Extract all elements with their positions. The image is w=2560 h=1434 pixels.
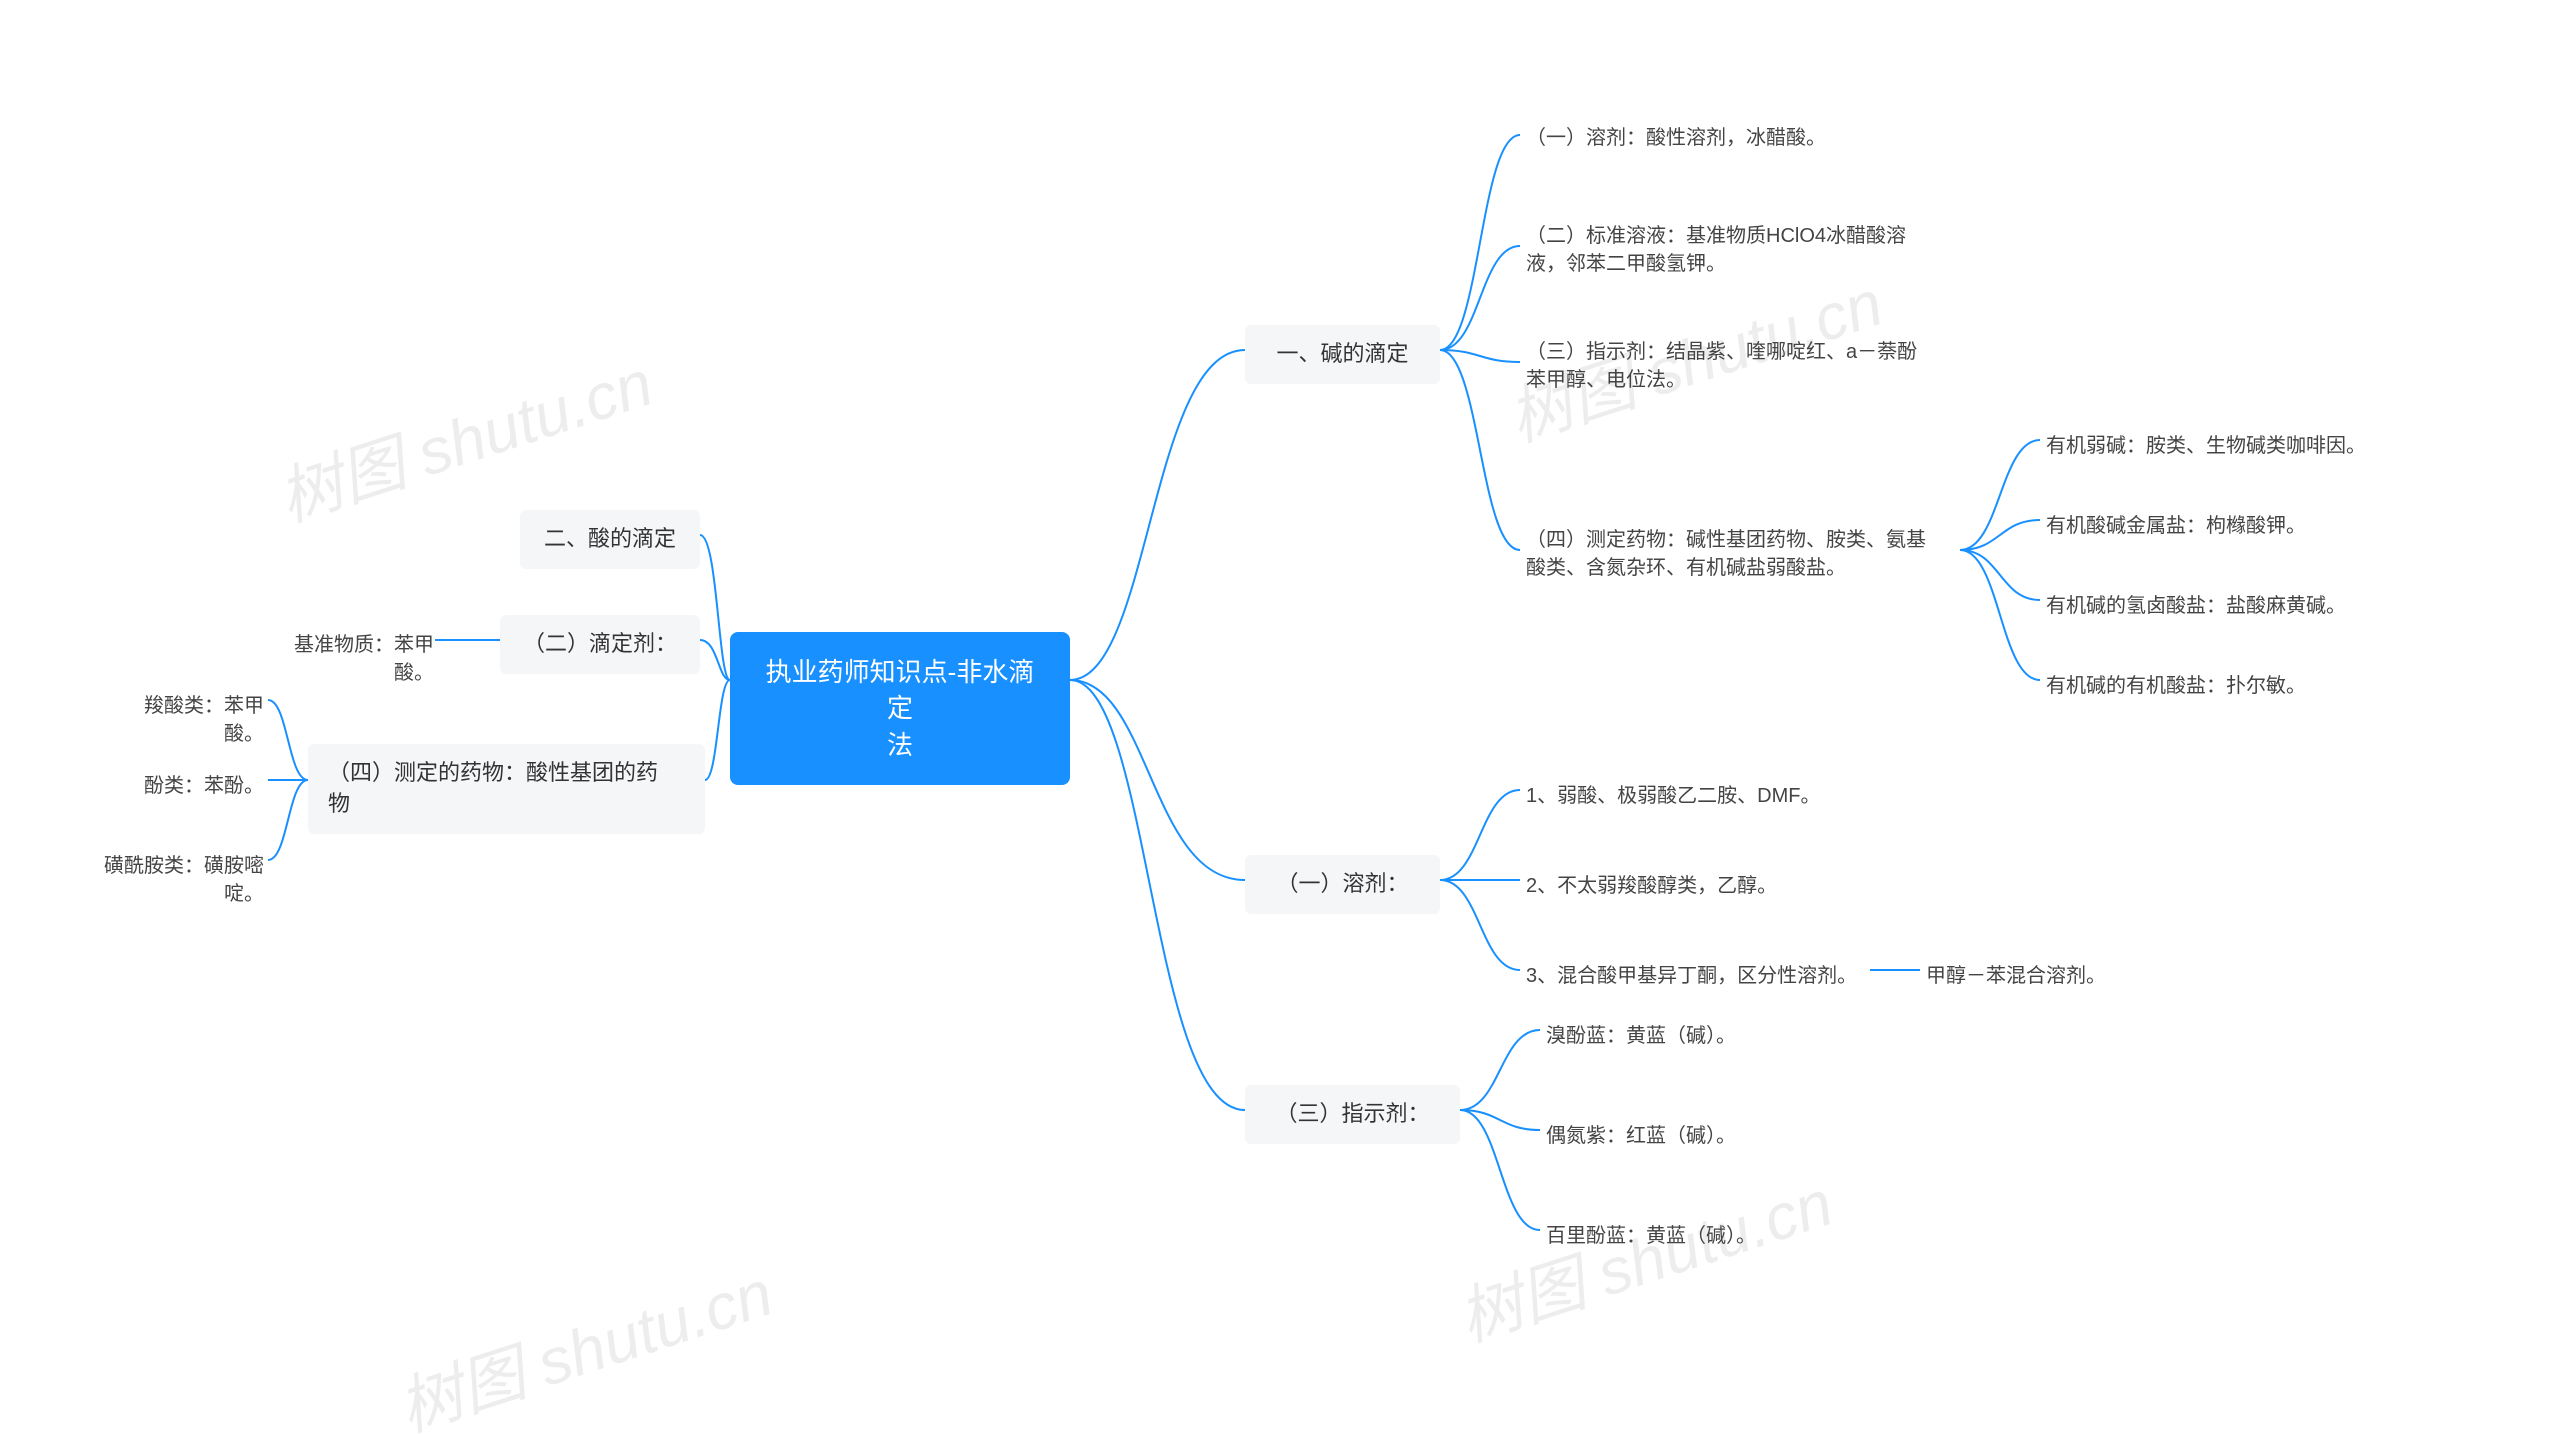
connector-layer bbox=[0, 0, 2560, 1434]
solvent-mixed-acid[interactable]: 3、混合酸甲基异丁酮，区分性溶剂。 bbox=[1520, 958, 1880, 994]
right-branch-alkali-titration[interactable]: 一、碱的滴定 bbox=[1245, 325, 1440, 384]
left-branch-measured-drugs[interactable]: （四）测定的药物：酸性基团的药 物 bbox=[308, 744, 705, 834]
watermark: 树图 shutu.cn bbox=[265, 332, 662, 539]
solvent-weak-acid: 1、弱酸、极弱酸乙二胺、DMF。 bbox=[1520, 778, 1920, 814]
left-drug-carboxylic: 羧酸类：苯甲酸。 bbox=[100, 688, 270, 752]
alkali-indicator: （三）指示剂：结晶紫、喹哪啶红、a－萘酚 苯甲醇、电位法。 bbox=[1520, 334, 1940, 398]
mindmap-root[interactable]: 执业药师知识点-非水滴定 法 bbox=[730, 632, 1070, 785]
alkali-sub-organic-acid-salt: 有机碱的有机酸盐：扑尔敏。 bbox=[2040, 668, 2400, 704]
right-branch-solvent[interactable]: （一）溶剂： bbox=[1245, 855, 1440, 914]
indicator-thymol-blue: 百里酚蓝：黄蓝（碱）。 bbox=[1540, 1218, 1840, 1254]
left-drug-phenol: 酚类：苯酚。 bbox=[100, 768, 270, 804]
indicator-bromophenol: 溴酚蓝：黄蓝（碱）。 bbox=[1540, 1018, 1840, 1054]
watermark: 树图 shutu.cn bbox=[385, 1242, 782, 1434]
alkali-measured-drugs[interactable]: （四）测定药物：碱性基团药物、胺类、氨基 酸类、含氮杂环、有机碱盐弱酸盐。 bbox=[1520, 522, 1960, 586]
left-branch-titrant[interactable]: （二）滴定剂： bbox=[500, 615, 700, 674]
watermark: 树图 shutu.cn bbox=[1445, 1152, 1842, 1359]
solvent-mixed-sub: 甲醇－苯混合溶剂。 bbox=[1920, 958, 2160, 994]
indicator-azo-violet: 偶氮紫：红蓝（碱）。 bbox=[1540, 1118, 1840, 1154]
alkali-sub-organic-acid-base-metal: 有机酸碱金属盐：枸橼酸钾。 bbox=[2040, 508, 2400, 544]
alkali-solvent: （一）溶剂：酸性溶剂，冰醋酸。 bbox=[1520, 120, 1920, 156]
alkali-standard-solution: （二）标准溶液：基准物质HClO4冰醋酸溶 液，邻苯二甲酸氢钾。 bbox=[1520, 218, 1940, 282]
left-drug-sulfonamide: 磺酰胺类：磺胺嘧啶。 bbox=[70, 848, 270, 912]
left-branch-acid-titration[interactable]: 二、酸的滴定 bbox=[520, 510, 700, 569]
left-titrant-child: 基准物质：苯甲酸。 bbox=[250, 627, 440, 691]
solvent-not-weak-carboxylic: 2、不太弱羧酸醇类，乙醇。 bbox=[1520, 868, 1920, 904]
alkali-sub-hydrohalide: 有机碱的氢卤酸盐：盐酸麻黄碱。 bbox=[2040, 588, 2400, 624]
right-branch-indicator[interactable]: （三）指示剂： bbox=[1245, 1085, 1460, 1144]
alkali-sub-weak-organic-base: 有机弱碱：胺类、生物碱类咖啡因。 bbox=[2040, 428, 2400, 464]
